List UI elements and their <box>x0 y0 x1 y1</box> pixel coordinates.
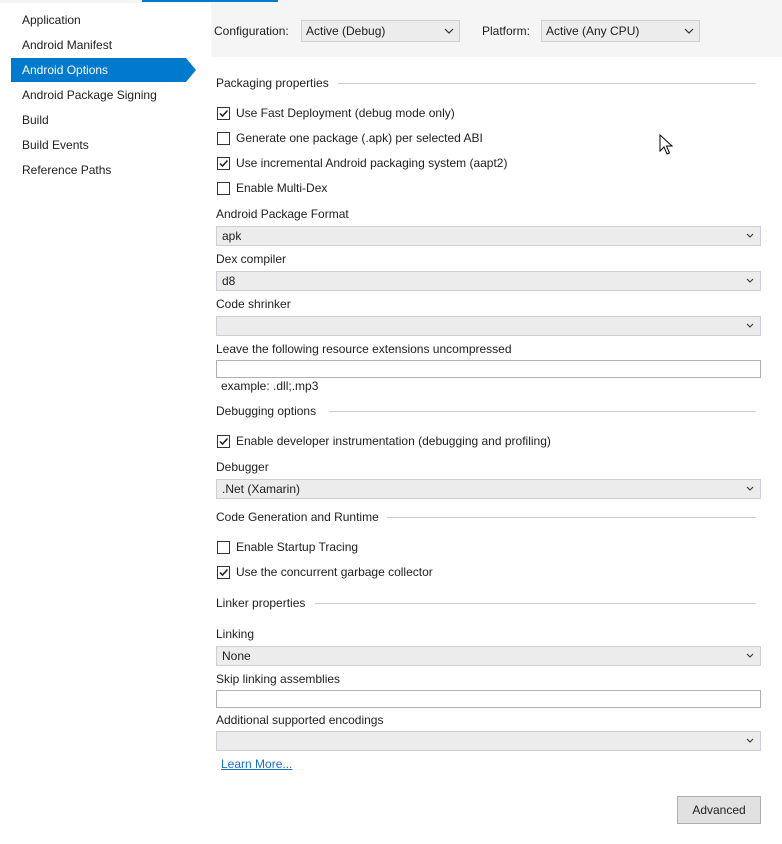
checkbox-box <box>217 132 230 145</box>
debugger-label: Debugger <box>216 460 269 474</box>
configuration-value: Active (Debug) <box>306 24 386 38</box>
section-divider <box>387 517 756 518</box>
chevron-down-icon <box>746 318 754 341</box>
per-abi-label: Generate one package (.apk) per selected… <box>236 131 483 145</box>
platform-value: Active (Any CPU) <box>546 24 640 38</box>
linking-select[interactable]: None <box>216 646 761 666</box>
linker-section-title: Linker properties <box>216 596 306 610</box>
section-divider <box>329 411 756 412</box>
sidebar-item-android-package-signing[interactable]: Android Package Signing <box>11 83 186 107</box>
dex-compiler-value: d8 <box>222 274 236 288</box>
code-shrinker-select[interactable] <box>216 316 761 336</box>
configuration-select[interactable]: Active (Debug) <box>301 20 460 42</box>
chevron-down-icon <box>746 228 754 251</box>
package-format-label: Android Package Format <box>216 207 349 221</box>
concurrent-gc-label: Use the concurrent garbage collector <box>236 565 433 579</box>
chevron-down-icon <box>746 273 754 296</box>
dex-compiler-select[interactable]: d8 <box>216 271 761 291</box>
debugger-select[interactable]: .Net (Xamarin) <box>216 479 761 499</box>
uncompressed-extensions-label: Leave the following resource extensions … <box>216 342 512 356</box>
checkmark-icon <box>219 568 229 577</box>
checkbox-box <box>217 182 230 195</box>
sidebar-item-application[interactable]: Application <box>11 8 186 32</box>
linking-label: Linking <box>216 627 255 641</box>
sidebar-item-android-options[interactable]: Android Options <box>11 58 196 82</box>
debugger-value: .Net (Xamarin) <box>222 482 301 496</box>
aapt2-label: Use incremental Android packaging system… <box>236 156 508 170</box>
checkbox-box <box>217 435 230 448</box>
encodings-label: Additional supported encodings <box>216 713 384 727</box>
sidebar-item-android-manifest[interactable]: Android Manifest <box>11 33 186 57</box>
linking-value: None <box>222 649 251 663</box>
checkmark-icon <box>219 159 229 168</box>
package-format-value: apk <box>222 229 242 243</box>
sidebar-item-reference-paths[interactable]: Reference Paths <box>11 158 186 182</box>
codegen-section-title: Code Generation and Runtime <box>216 510 379 524</box>
chevron-down-icon <box>746 648 754 671</box>
sidebar-item-build[interactable]: Build <box>11 108 186 132</box>
fast-deployment-label: Use Fast Deployment (debug mode only) <box>236 106 455 120</box>
chevron-down-icon <box>684 21 694 47</box>
debugging-section-title: Debugging options <box>216 404 317 418</box>
section-divider <box>338 83 756 84</box>
checkbox-box <box>217 157 230 170</box>
active-tab-indicator <box>142 0 278 2</box>
skip-linking-input[interactable] <box>216 690 761 708</box>
learn-more-link[interactable]: Learn More... <box>221 757 292 771</box>
skip-linking-label: Skip linking assemblies <box>216 672 341 686</box>
packaging-section-title: Packaging properties <box>216 76 329 90</box>
chevron-down-icon <box>746 481 754 504</box>
platform-select[interactable]: Active (Any CPU) <box>541 20 700 42</box>
code-shrinker-label: Code shrinker <box>216 297 291 311</box>
chevron-down-icon <box>444 21 454 47</box>
multidex-label: Enable Multi-Dex <box>236 181 328 195</box>
mouse-pointer-icon <box>659 134 673 155</box>
chevron-down-icon <box>746 733 754 756</box>
section-divider <box>315 603 756 604</box>
platform-label: Platform: <box>482 24 531 38</box>
dex-compiler-label: Dex compiler <box>216 252 287 266</box>
checkbox-box <box>217 107 230 120</box>
checkbox-box <box>217 566 230 579</box>
uncompressed-extensions-hint: example: .dll;.mp3 <box>221 379 319 393</box>
checkbox-box <box>217 541 230 554</box>
startup-tracing-label: Enable Startup Tracing <box>236 540 359 554</box>
encodings-select[interactable] <box>216 731 761 751</box>
checkmark-icon <box>219 437 229 446</box>
checkmark-icon <box>219 109 229 118</box>
developer-instrumentation-label: Enable developer instrumentation (debugg… <box>236 434 551 448</box>
uncompressed-extensions-input[interactable] <box>216 360 761 378</box>
package-format-select[interactable]: apk <box>216 226 761 246</box>
sidebar-item-build-events[interactable]: Build Events <box>11 133 186 157</box>
configuration-label: Configuration: <box>214 24 289 38</box>
advanced-button[interactable]: Advanced <box>677 796 761 824</box>
